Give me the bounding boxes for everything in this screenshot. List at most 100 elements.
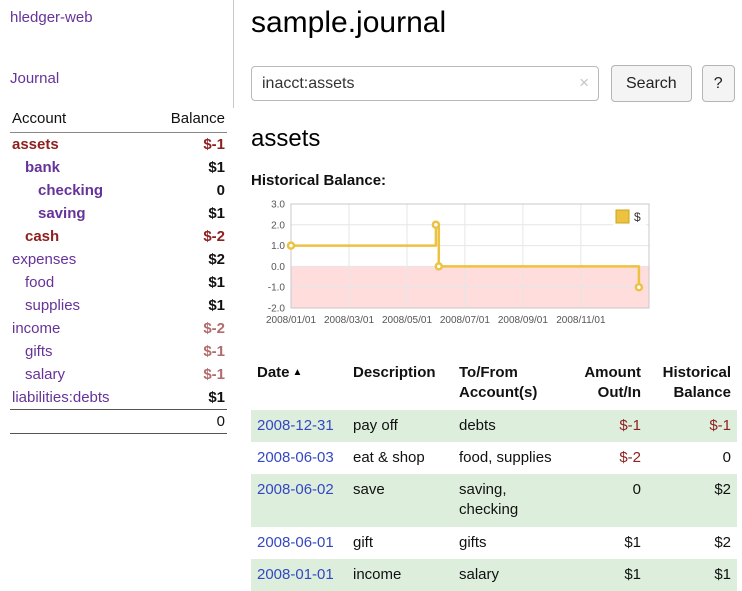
account-link[interactable]: income	[12, 320, 60, 337]
account-name-cell: supplies	[10, 294, 147, 317]
register-accounts: salary	[453, 559, 571, 591]
account-link[interactable]: bank	[25, 159, 60, 176]
account-row: liabilities:debts$1	[10, 386, 227, 410]
sidebar-item-journal[interactable]: Journal	[10, 70, 59, 87]
sidebar: hledger-web Journal Account Balance asse…	[0, 0, 237, 582]
accounts-header-row: Account Balance	[10, 108, 227, 133]
accounts-table: Account Balance assets$-1bank$1checking0…	[10, 108, 227, 434]
account-row: expenses $2	[10, 248, 227, 271]
register-header-accounts: To/From Account(s)	[453, 359, 571, 410]
chart-title: Historical Balance:	[251, 172, 737, 189]
search-box: ×	[251, 66, 599, 101]
register-accounts: food, supplies	[453, 442, 571, 474]
accounts-total-value: 0	[147, 410, 227, 434]
clear-search-icon[interactable]: ×	[579, 73, 589, 93]
account-name-cell: assets	[10, 133, 147, 157]
register-amount: $-1	[571, 410, 647, 442]
app-title-link[interactable]: hledger-web	[10, 9, 93, 26]
transaction-date-link[interactable]: 2008-06-01	[257, 534, 334, 551]
account-balance: $-2	[147, 317, 227, 340]
register-amount: $1	[571, 527, 647, 559]
account-row: gifts $-1	[10, 340, 227, 363]
svg-text:2008/05/01: 2008/05/01	[382, 315, 432, 326]
account-rows: assets$-1bank$1checking0saving$1cash$-2e…	[10, 133, 227, 410]
account-link[interactable]: expenses	[12, 251, 76, 268]
register-accounts: saving, checking	[453, 474, 571, 527]
svg-text:$: $	[634, 210, 641, 224]
register-row: 2008-06-02savesaving, checking0$2	[251, 474, 737, 527]
register-date-cell: 2008-06-01	[251, 527, 347, 559]
account-link[interactable]: salary	[25, 366, 65, 383]
accounts-total-row: 0	[10, 410, 227, 434]
register-date-cell: 2008-06-02	[251, 474, 347, 527]
register-description: gift	[347, 527, 453, 559]
account-name-cell: salary	[10, 363, 147, 386]
account-name-cell: bank	[10, 156, 147, 179]
search-button[interactable]: Search	[611, 65, 692, 102]
register-header-date-label: Date	[257, 364, 290, 381]
account-balance: $1	[147, 294, 227, 317]
register-header-balance: Historical Balance	[647, 359, 737, 410]
account-link[interactable]: food	[25, 274, 54, 291]
sidebar-divider	[233, 0, 234, 108]
account-balance: $-2	[147, 225, 227, 248]
account-name-cell: cash	[10, 225, 147, 248]
register-header-row: Date▲ Description To/From Account(s) Amo…	[251, 359, 737, 410]
account-name-cell: gifts	[10, 340, 147, 363]
transaction-date-link[interactable]: 2008-06-03	[257, 449, 334, 466]
accounts-total-spacer	[10, 410, 147, 434]
register-amount: 0	[571, 474, 647, 527]
account-link[interactable]: assets	[12, 136, 59, 153]
register-description: income	[347, 559, 453, 591]
account-link[interactable]: liabilities:debts	[12, 389, 110, 406]
account-name-cell: expenses	[10, 248, 147, 271]
search-input[interactable]	[251, 66, 599, 101]
account-row: income $-2	[10, 317, 227, 340]
account-balance: $-1	[147, 133, 227, 157]
transaction-date-link[interactable]: 2008-01-01	[257, 566, 334, 583]
register-row: 2008-06-03eat & shopfood, supplies$-20	[251, 442, 737, 474]
account-link[interactable]: saving	[38, 205, 86, 222]
svg-text:2008/09/01: 2008/09/01	[498, 315, 548, 326]
svg-text:0.0: 0.0	[271, 262, 285, 273]
account-link[interactable]: gifts	[25, 343, 53, 360]
search-form: × Search ?	[251, 65, 737, 102]
help-button[interactable]: ?	[702, 65, 735, 102]
sort-asc-icon: ▲	[293, 367, 303, 378]
account-row: salary$-1	[10, 363, 227, 386]
register-rows: 2008-12-31pay offdebts$-1$-1 2008-06-03 ea…	[251, 410, 737, 591]
register-balance: $2	[647, 527, 737, 559]
register-row: 2008-06-01 giftgifts$1$2	[251, 527, 737, 559]
account-balance: $2	[147, 248, 227, 271]
svg-text:2.0: 2.0	[271, 220, 285, 231]
account-row: assets $-1	[10, 133, 227, 157]
register-amount: $1	[571, 559, 647, 591]
account-name-cell: saving	[10, 202, 147, 225]
register-date-cell: 2008-01-01	[251, 559, 347, 591]
account-name-cell: liabilities:debts	[10, 386, 147, 410]
svg-text:2008/11/01: 2008/11/01	[556, 315, 606, 326]
account-row: bank$1	[10, 156, 227, 179]
account-heading: assets	[251, 125, 737, 153]
register-header-date[interactable]: Date▲	[251, 359, 347, 410]
account-name-cell: income	[10, 317, 147, 340]
svg-text:2008/03/01: 2008/03/01	[324, 315, 374, 326]
register-balance: $1	[647, 559, 737, 591]
transaction-date-link[interactable]: 2008-12-31	[257, 417, 334, 434]
transaction-date-link[interactable]: 2008-06-02	[257, 481, 334, 498]
register-row: 2008-12-31pay offdebts$-1$-1	[251, 410, 737, 442]
svg-text:-1.0: -1.0	[268, 283, 286, 294]
accounts-header-balance: Balance	[147, 108, 227, 133]
account-link[interactable]: supplies	[25, 297, 80, 314]
account-name-cell: checking	[10, 179, 147, 202]
register-accounts: gifts	[453, 527, 571, 559]
register-description: eat & shop	[347, 442, 453, 474]
account-link[interactable]: checking	[38, 182, 103, 199]
register-description: save	[347, 474, 453, 527]
account-name-cell: food	[10, 271, 147, 294]
register-row: 2008-01-01incomesalary$1$1	[251, 559, 737, 591]
account-link[interactable]: cash	[25, 228, 59, 245]
account-row: checking0	[10, 179, 227, 202]
account-balance: $-1	[147, 340, 227, 363]
register-date-cell: 2008-06-03	[251, 442, 347, 474]
